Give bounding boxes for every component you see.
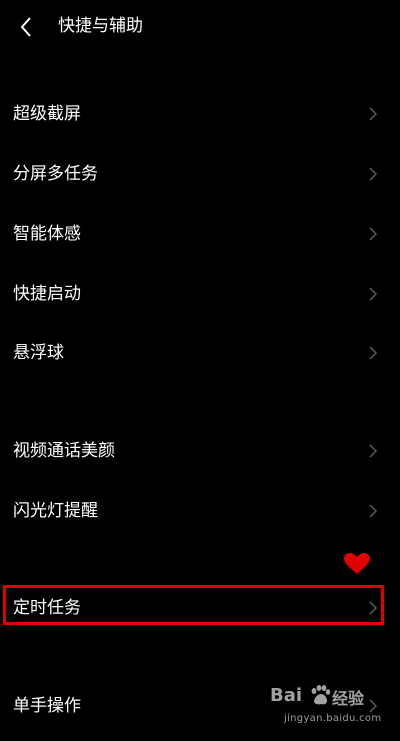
chevron-right-icon [369, 287, 378, 301]
menu-item-quick-launch[interactable]: 快捷启动 [0, 266, 400, 322]
chevron-right-icon [369, 504, 378, 518]
chevron-right-icon [369, 167, 378, 181]
menu-item-floating-ball[interactable]: 悬浮球 [0, 325, 400, 381]
chevron-right-icon [369, 444, 378, 458]
chevron-right-icon [369, 346, 378, 360]
baidu-jingyan-watermark: Bai 经验 jingyan.baidu.com [268, 683, 396, 737]
watermark-brand-text: 经验 [332, 689, 365, 708]
menu-item-label: 超级截屏 [13, 104, 81, 124]
paw-logo-icon [311, 685, 331, 705]
highlight-annotation-box [3, 585, 384, 625]
menu-item-label: 闪光灯提醒 [13, 501, 98, 521]
menu-item-label: 悬浮球 [13, 343, 64, 363]
menu-item-flash-reminder[interactable]: 闪光灯提醒 [0, 483, 400, 539]
menu-item-label: 快捷启动 [13, 284, 81, 304]
watermark-url: jingyan.baidu.com [284, 713, 382, 724]
header-bar: 快捷与辅助 [0, 0, 400, 54]
watermark-logo-text: Bai [270, 685, 303, 706]
chevron-right-icon [369, 227, 378, 241]
heart-icon [344, 553, 370, 574]
menu-item-video-call-beauty[interactable]: 视频通话美颜 [0, 423, 400, 479]
menu-item-label: 分屏多任务 [13, 164, 98, 184]
menu-item-label: 视频通话美颜 [13, 441, 115, 461]
chevron-right-icon [369, 107, 378, 121]
menu-item-split-screen[interactable]: 分屏多任务 [0, 146, 400, 202]
chevron-left-icon [20, 17, 31, 37]
menu-item-smart-motion[interactable]: 智能体感 [0, 206, 400, 262]
back-button[interactable] [10, 12, 42, 42]
menu-item-super-screenshot[interactable]: 超级截屏 [0, 86, 400, 142]
menu-item-label: 智能体感 [13, 224, 81, 244]
page-title: 快捷与辅助 [58, 16, 143, 36]
settings-screen: 快捷与辅助 超级截屏 分屏多任务 智能体感 快捷启动 悬浮球 视频通话美颜 闪光… [0, 0, 400, 741]
menu-item-label: 单手操作 [13, 696, 81, 716]
